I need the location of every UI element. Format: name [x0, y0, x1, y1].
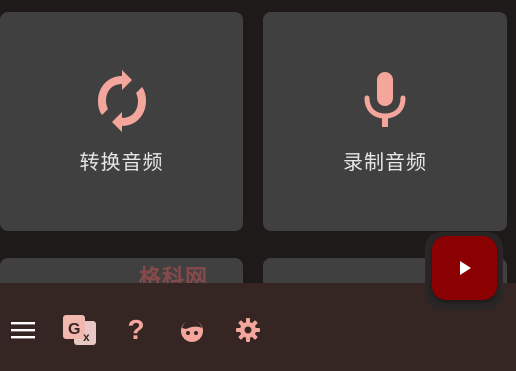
settings-icon[interactable]: [234, 312, 262, 348]
menu-icon[interactable]: [9, 312, 37, 348]
svg-text:G: G: [68, 321, 80, 338]
face-icon[interactable]: [177, 312, 207, 348]
record-audio-label: 录制音频: [343, 150, 427, 174]
convert-icon: [96, 70, 148, 132]
play-icon: [459, 261, 471, 275]
help-icon[interactable]: ?: [122, 312, 150, 348]
microphone-icon: [359, 70, 411, 132]
convert-audio-label: 转换音频: [79, 150, 164, 174]
translate-icon[interactable]: G x: [62, 312, 98, 348]
record-audio-card[interactable]: 录制音频: [263, 12, 507, 231]
convert-audio-card[interactable]: 转换音频: [0, 12, 243, 231]
svg-text:x: x: [83, 330, 90, 344]
play-button[interactable]: [432, 236, 497, 300]
